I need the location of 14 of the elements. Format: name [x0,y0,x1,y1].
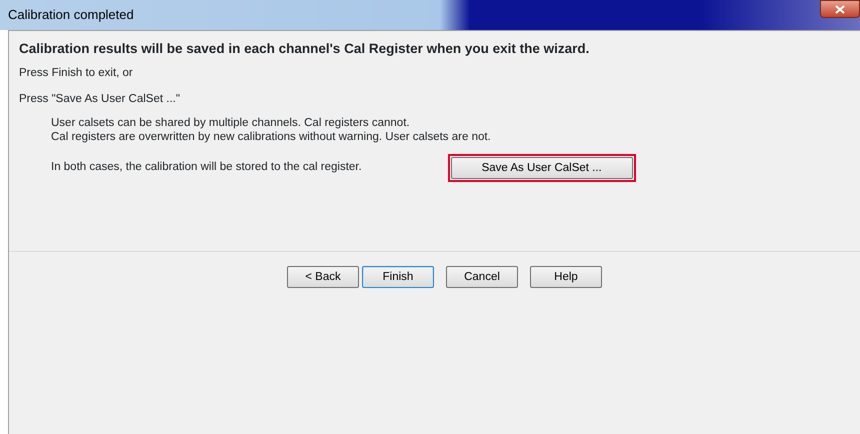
close-button[interactable] [820,0,860,18]
instruction-text: Press "Save As User CalSet ..." [19,92,181,106]
info-text: In both cases, the calibration will be stored to the cal register. [51,160,362,176]
instruction-text: Press Finish to exit, or [19,66,134,82]
note-text: Cal registers are overwritten by new calibrations without warning. User calsets are not. [50,130,492,144]
wizard-button[interactable]: Help [530,266,602,288]
close-icon [835,4,845,14]
note-text: User calsets can be shared by multiple channels. Cal registers cannot. [50,116,411,130]
wizard-button[interactable]: < Back [287,266,359,288]
window-title: Calibration completed [8,6,134,24]
heading: Calibration results will be saved in each channel's Cal Register when you exit the wizard. [19,40,590,58]
wizard-button[interactable]: Cancel [446,266,518,288]
wizard-button[interactable]: Finish [362,266,434,288]
save-calset-button[interactable]: Save As User CalSet ... [450,156,633,179]
